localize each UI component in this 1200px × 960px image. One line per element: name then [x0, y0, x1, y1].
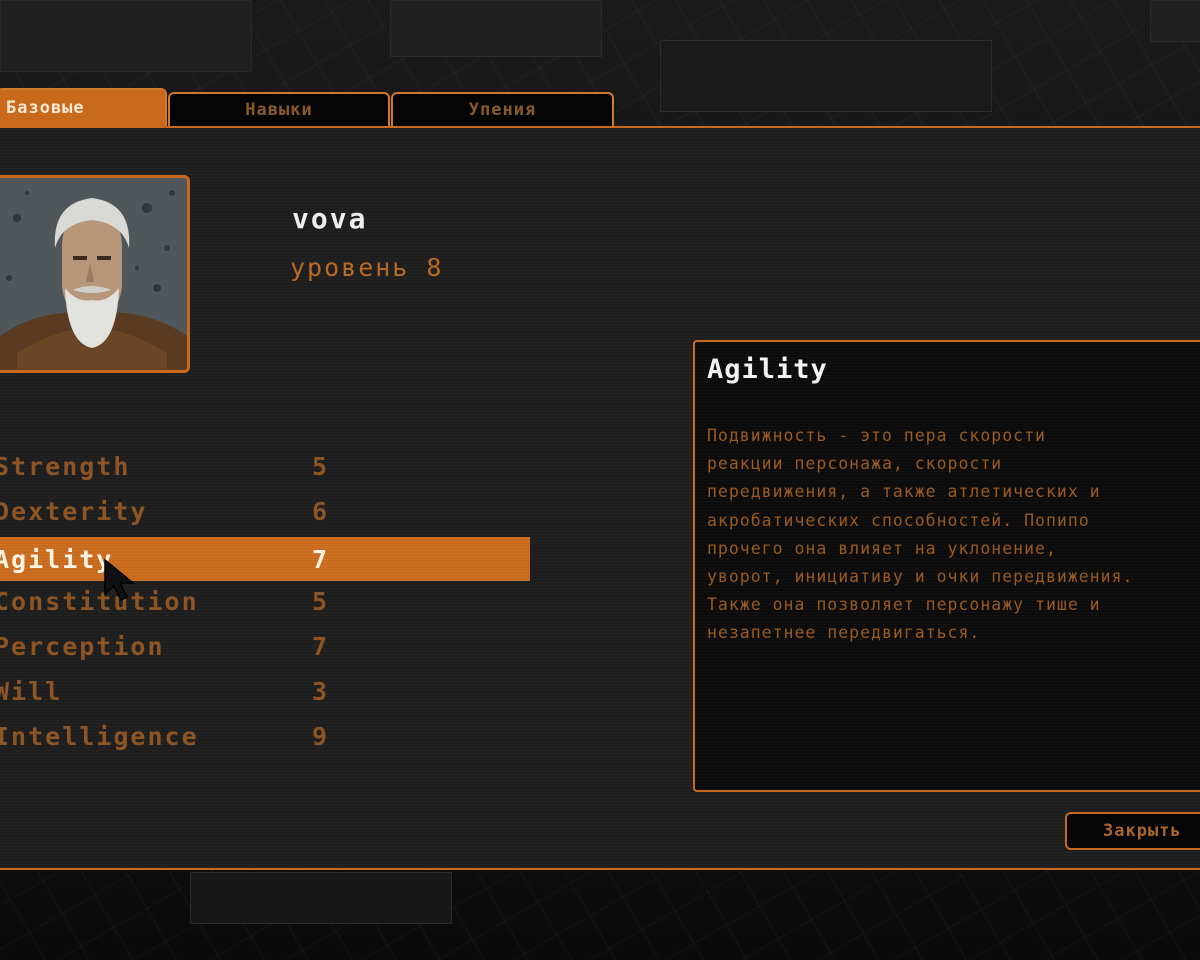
old-man-portrait-image [0, 178, 187, 370]
stat-name: Agility [0, 544, 114, 574]
stat-row-strength[interactable]: Strength 5 [0, 444, 530, 488]
stat-name: Dexterity [0, 496, 148, 526]
stat-value: 9 [312, 721, 330, 751]
bg-building-block [1150, 0, 1200, 42]
stat-row-perception[interactable]: Perception 7 [0, 624, 530, 668]
stat-value: 5 [312, 451, 330, 481]
stat-name: Constitution [0, 586, 199, 616]
stat-value: 6 [312, 496, 330, 526]
bg-building-block [660, 40, 992, 112]
stat-row-constitution[interactable]: Constitution 5 [0, 579, 530, 623]
tab-abilities[interactable]: Упения [391, 92, 614, 126]
close-button[interactable]: Закрыть [1065, 812, 1200, 850]
stat-value: 3 [312, 676, 330, 706]
stat-row-dexterity[interactable]: Dexterity 6 [0, 489, 530, 533]
stat-name: Strength [0, 451, 131, 481]
stat-value: 7 [312, 544, 330, 574]
stat-value: 5 [312, 586, 330, 616]
mouse-cursor-icon [104, 558, 136, 602]
stat-value: 7 [312, 631, 330, 661]
tab-base[interactable]: Базовые [0, 88, 167, 126]
tab-skills[interactable]: Навыки [168, 92, 390, 126]
stat-row-will[interactable]: Will 3 [0, 669, 530, 713]
description-text: Подвижность - это пера скорости реакции … [707, 426, 1134, 643]
stat-name: Will [0, 676, 63, 706]
game-scene: Базовые Навыки Упения vova уровень 8 Str… [0, 0, 1200, 960]
bg-building-block [0, 0, 252, 72]
character-portrait [0, 175, 190, 373]
bg-building-block [190, 872, 452, 924]
stat-row-intelligence[interactable]: Intelligence 9 [0, 714, 530, 758]
stat-name: Intelligence [0, 721, 199, 751]
character-name: vova [292, 202, 368, 235]
description-title: Agility [707, 354, 828, 385]
character-level: уровень 8 [290, 253, 444, 282]
stat-name: Perception [0, 631, 165, 661]
stat-row-agility[interactable]: Agility 7 [0, 537, 530, 581]
bg-building-block [390, 0, 602, 57]
stat-description-box[interactable]: Agility Подвижность - это пера скорости … [693, 340, 1200, 792]
